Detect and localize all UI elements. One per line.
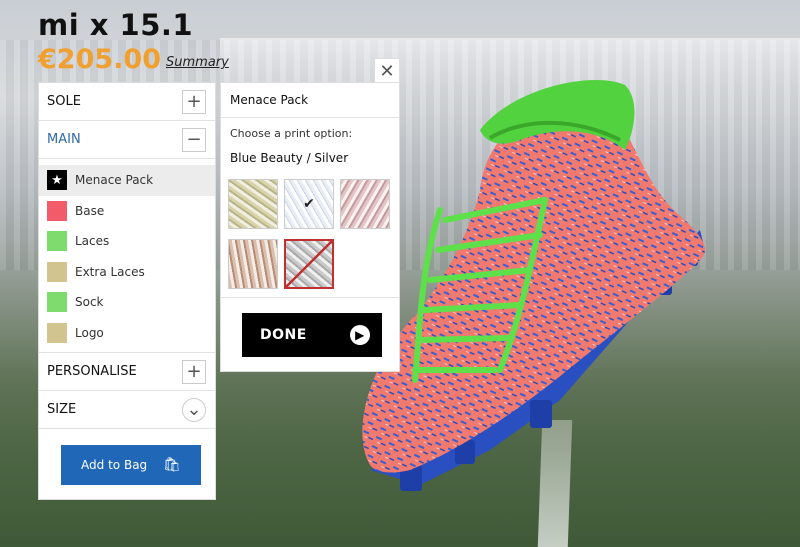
section-main[interactable]: MAIN − [39, 121, 215, 159]
arrow-right-icon: ▶ [350, 325, 370, 345]
product-price: €205.00 [38, 44, 161, 75]
collapse-main-button[interactable]: − [182, 128, 206, 152]
main-item-extra-laces[interactable]: Extra Laces [39, 257, 215, 288]
color-swatch [47, 261, 67, 282]
customize-panel: SOLE + MAIN − ★ Menace Pack Base Laces E… [38, 82, 216, 500]
print-thumb[interactable] [340, 179, 390, 229]
main-item-sock[interactable]: Sock [39, 287, 215, 318]
main-items-list: ★ Menace Pack Base Laces Extra Laces Soc… [39, 159, 215, 353]
section-sole[interactable]: SOLE + [39, 83, 215, 121]
section-personalise-label: PERSONALISE [47, 364, 137, 379]
done-button[interactable]: DONE ▶ [242, 313, 382, 357]
choose-print-label: Choose a print option: [230, 127, 353, 140]
section-main-label: MAIN [47, 132, 81, 147]
main-item-label: Laces [75, 234, 110, 249]
expand-sole-button[interactable]: + [182, 90, 206, 114]
done-label: DONE [260, 327, 307, 343]
selected-print-option: Blue Beauty / Silver [230, 151, 349, 165]
divider [221, 297, 399, 298]
print-thumb[interactable] [228, 239, 278, 289]
chevron-down-icon[interactable]: ⌄ [182, 398, 206, 422]
add-to-bag-label: Add to Bag [81, 458, 148, 472]
product-title: mi x 15.1 [38, 8, 194, 42]
star-icon: ★ [47, 170, 67, 191]
print-thumb-selected[interactable]: ✔ [284, 179, 334, 229]
color-swatch [47, 322, 67, 343]
close-icon[interactable]: ✕ [374, 58, 400, 84]
main-item-label: Sock [75, 295, 104, 310]
add-to-bag-button[interactable]: Add to Bag 🛍 [61, 445, 201, 485]
summary-link[interactable]: Summary [166, 55, 229, 70]
main-item-label: Logo [75, 325, 104, 340]
print-options-popup: Menace Pack Choose a print option: Blue … [220, 82, 400, 372]
divider [221, 117, 399, 118]
section-sole-label: SOLE [47, 94, 81, 109]
main-item-menace-pack[interactable]: ★ Menace Pack [39, 165, 215, 196]
color-swatch [47, 231, 67, 252]
main-item-logo[interactable]: Logo [39, 318, 215, 349]
main-item-base[interactable]: Base [39, 196, 215, 227]
popup-title: Menace Pack [230, 93, 309, 107]
main-item-label: Base [75, 203, 105, 218]
section-size[interactable]: SIZE ⌄ [39, 391, 215, 429]
main-item-laces[interactable]: Laces [39, 226, 215, 257]
main-item-label: Extra Laces [75, 264, 145, 279]
section-personalise[interactable]: PERSONALISE + [39, 353, 215, 391]
main-item-label: Menace Pack [75, 173, 154, 188]
section-size-label: SIZE [47, 402, 77, 417]
print-thumb-none[interactable] [284, 239, 334, 289]
checkmark-icon: ✔ [303, 196, 315, 212]
expand-personalise-button[interactable]: + [182, 360, 206, 384]
shopping-bag-icon: 🛍 [163, 457, 181, 473]
color-swatch [47, 200, 67, 221]
print-thumb[interactable] [228, 179, 278, 229]
color-swatch [47, 292, 67, 313]
